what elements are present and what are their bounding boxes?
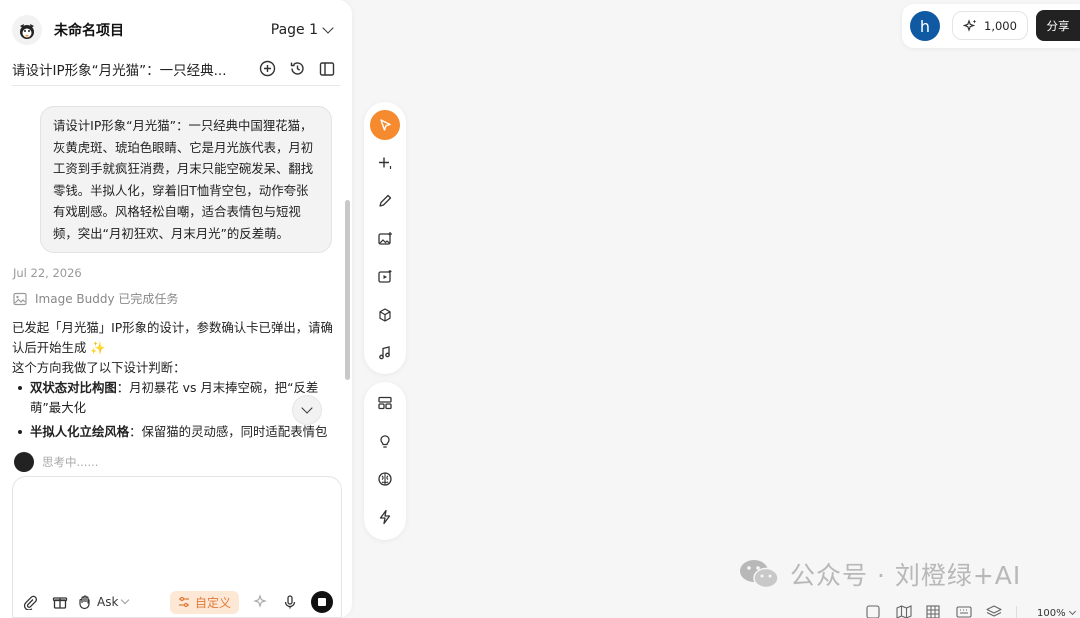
chevron-down-icon [301, 402, 313, 414]
ask-mode-selector[interactable]: Ask [77, 594, 130, 610]
music-icon [379, 346, 390, 360]
sidebar-toggle-icon[interactable] [318, 60, 336, 78]
assistant-message: 已发起「月光猫」IP形象的设计，参数确认卡已弹出，请确认后开始生成 ✨ 这个方向… [12, 318, 334, 442]
sparkle-icon[interactable] [251, 593, 269, 611]
zoom-level: 100% [1037, 608, 1066, 618]
map-icon[interactable] [896, 604, 912, 618]
bullet-title: 半拟人化立绘风格 [30, 424, 130, 439]
project-header: 未命名项目 Page 1 [12, 14, 338, 46]
credits-count: 1,000 [984, 18, 1017, 33]
page-label: Page 1 [270, 22, 318, 38]
history-icon[interactable] [288, 60, 306, 78]
custom-settings-label: 自定义 [194, 595, 231, 610]
mascot-icon [20, 24, 34, 39]
grid-icon[interactable] [926, 604, 942, 618]
ask-mode-label: Ask [97, 595, 119, 609]
reply-lead: 这个方向我做了以下设计判断： [12, 360, 186, 375]
chevron-down-icon [1068, 607, 1076, 616]
select-tool[interactable] [370, 110, 400, 140]
share-button[interactable]: 分享 [1036, 10, 1080, 41]
sparkles-icon [963, 19, 977, 32]
assistant-avatar [14, 452, 34, 472]
video-gen-tool[interactable] [370, 262, 400, 292]
attachment-icon[interactable] [21, 593, 39, 611]
keyboard-icon[interactable] [956, 604, 972, 618]
wechat-icon [740, 560, 779, 589]
new-chat-icon[interactable] [258, 60, 276, 78]
image-plus-icon [378, 232, 392, 245]
lightbulb-icon [380, 435, 390, 448]
scroll-down-button[interactable] [292, 395, 322, 425]
chat-date: Jul 22, 2026 [13, 266, 82, 280]
brain-tool[interactable] [370, 464, 400, 494]
video-icon [378, 270, 392, 283]
reply-bullets: 双状态对比构图：月初暴花 vs 月末捧空碗，把“反差萌”最大化 半拟人化立绘风格… [12, 378, 334, 442]
divider [1016, 606, 1017, 618]
message-composer: Ask 自定义 [12, 476, 342, 618]
cube-icon [379, 308, 391, 322]
chevron-down-icon [322, 22, 334, 34]
task-status: Image Buddy 已完成任务 [13, 290, 178, 307]
reply-intro: 已发起「月光猫」IP形象的设计，参数确认卡已弹出，请确认后开始生成 ✨ [12, 320, 333, 355]
pen-tool[interactable] [370, 186, 400, 216]
idea-tool[interactable] [370, 426, 400, 456]
avatar[interactable]: h [910, 11, 940, 41]
bullet-title: 双状态对比构图 [30, 380, 117, 395]
3d-tool[interactable] [370, 300, 400, 330]
music-tool[interactable] [370, 338, 400, 368]
chat-panel: 未命名项目 Page 1 请设计IP形象“月光猫”：一只经典... 请设计IP形… [0, 0, 352, 618]
sliders-icon [178, 596, 189, 608]
stop-generation-button[interactable] [311, 591, 333, 613]
cursor-icon [379, 118, 391, 131]
watermark-text: 公众号 · 刘橙绿+AI [790, 561, 1022, 590]
user-message: 请设计IP形象“月光猫”：一只经典中国狸花猫，灰黄虎斑、琥珀色眼睛、它是月光族代… [40, 106, 332, 253]
thinking-indicator: 思考中...... [14, 452, 98, 472]
lightning-icon [379, 509, 391, 525]
checkbox-icon[interactable] [866, 604, 882, 618]
thinking-text: 思考中...... [42, 455, 99, 469]
list-item: 半拟人化立绘风格：保留猫的灵动感，同时适配表情包传播方式 [12, 422, 334, 442]
chat-scrollbar[interactable] [345, 200, 350, 380]
task-status-text: Image Buddy 已完成任务 [35, 292, 179, 306]
chat-history[interactable]: 请设计IP形象“月光猫”：一只经典中国狸花猫，灰黄虎斑、琥珀色眼睛、它是月光族代… [0, 90, 352, 442]
top-right-bar: h 1,000 分享 [902, 4, 1080, 48]
credits-button[interactable]: 1,000 [952, 11, 1028, 40]
canvas-toolbar [364, 102, 406, 374]
add-tool[interactable] [370, 148, 400, 178]
image-gen-tool[interactable] [370, 224, 400, 254]
composer-toolbar: Ask 自定义 [21, 587, 333, 617]
plus-icon [379, 157, 392, 169]
stop-icon [318, 598, 326, 606]
layers-icon[interactable] [986, 604, 1002, 618]
project-logo[interactable] [12, 15, 42, 45]
layout-tool[interactable] [370, 388, 400, 418]
message-input[interactable] [25, 489, 329, 579]
project-name[interactable]: 未命名项目 [54, 20, 124, 40]
canvas-controls: 100% [860, 604, 1080, 618]
conversation-title: 请设计IP形象“月光猫”：一只经典... [12, 62, 227, 79]
custom-settings-button[interactable]: 自定义 [169, 590, 239, 614]
layout-icon [378, 396, 392, 410]
microphone-icon[interactable] [281, 593, 299, 611]
pencil-icon [379, 194, 392, 207]
page-selector[interactable]: Page 1 [271, 22, 338, 38]
gift-icon[interactable] [51, 593, 69, 611]
quick-action-tool[interactable] [370, 502, 400, 532]
brain-icon [378, 472, 392, 486]
list-item: 双状态对比构图：月初暴花 vs 月末捧空碗，把“反差萌”最大化 [12, 378, 334, 418]
image-icon [13, 292, 27, 305]
watermark: 公众号 · 刘橙绿+AI [738, 556, 1021, 592]
conversation-header: 请设计IP形象“月光猫”：一只经典... [12, 52, 340, 86]
chevron-down-icon [121, 595, 130, 605]
zoom-selector[interactable]: 100% [1037, 604, 1076, 618]
hand-icon [79, 595, 90, 610]
canvas-toolbar-secondary [364, 382, 406, 540]
